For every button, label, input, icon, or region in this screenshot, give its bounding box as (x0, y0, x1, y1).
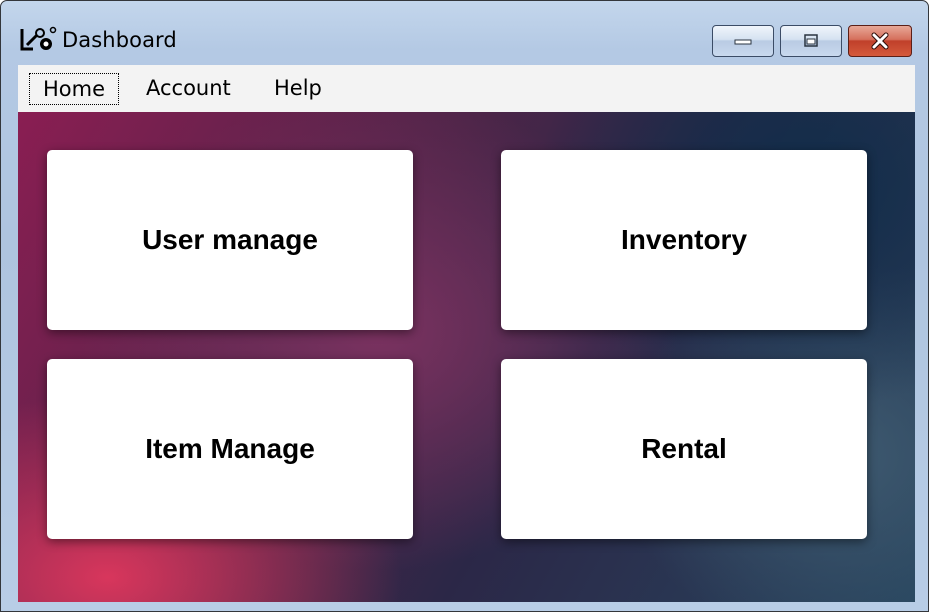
menu-help[interactable]: Help (261, 73, 335, 105)
item-manage-button[interactable]: Item Manage (47, 359, 413, 539)
menu-account[interactable]: Account (133, 73, 244, 105)
close-button[interactable] (848, 25, 912, 57)
inventory-label: Inventory (620, 224, 748, 255)
window-title: Dashboard (62, 28, 177, 52)
menu-bar: Home Account Help (18, 65, 915, 112)
inventory-button[interactable]: Inventory (501, 150, 867, 330)
maximize-icon (804, 34, 818, 47)
user-manage-label: User manage (142, 224, 318, 255)
user-manage-button[interactable]: User manage (47, 150, 413, 330)
close-icon (871, 32, 889, 50)
dashboard-panel: User manage Inventory Item Manage Rental (18, 112, 915, 602)
rental-button[interactable]: Rental (501, 359, 867, 539)
maximize-button[interactable] (780, 25, 842, 57)
item-manage-label: Item Manage (145, 433, 315, 464)
minimize-icon (734, 39, 752, 45)
tools-icon (20, 26, 57, 51)
menu-home[interactable]: Home (29, 73, 120, 105)
dashboard-window: Dashboard Home Account Help User manage (0, 0, 929, 612)
title-bar[interactable]: Dashboard (1, 1, 928, 65)
rental-label: Rental (641, 433, 727, 464)
minimize-button[interactable] (712, 25, 774, 57)
